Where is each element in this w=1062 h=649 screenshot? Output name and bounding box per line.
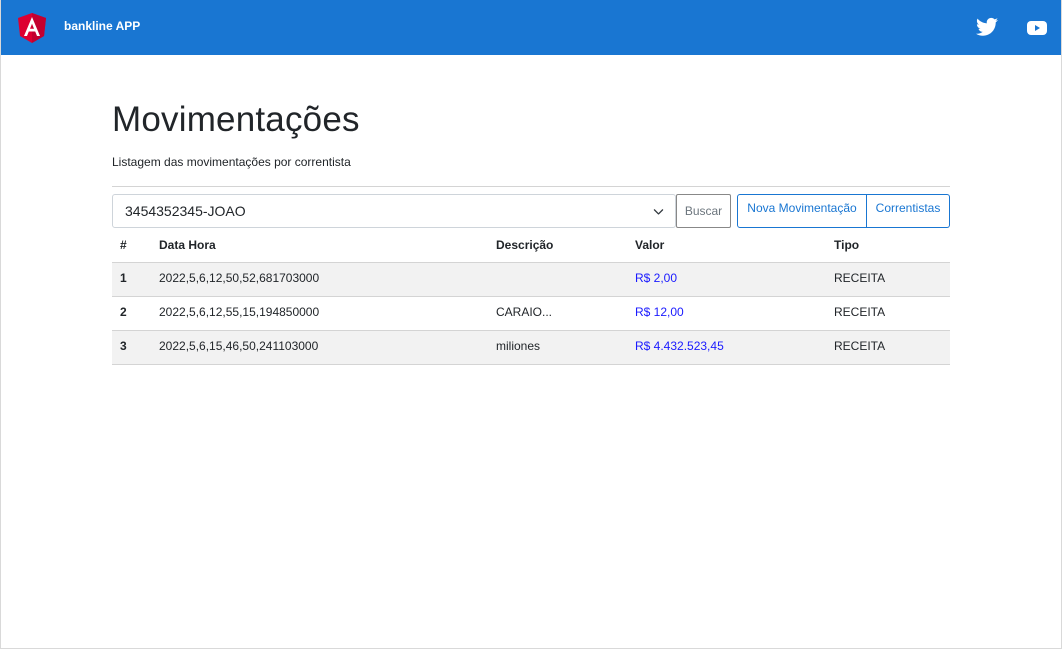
cell-valor: R$ 4.432.523,45	[627, 330, 826, 365]
table-row: 1 2022,5,6,12,50,52,681703000 R$ 2,00 RE…	[112, 262, 950, 297]
app-brand[interactable]: bankline APP	[64, 19, 140, 33]
cell-id: 3	[112, 330, 151, 365]
cell-tipo: RECEITA	[826, 296, 950, 331]
search-button[interactable]: Buscar	[676, 194, 731, 228]
correntistas-button[interactable]: Correntistas	[867, 194, 950, 228]
page-title: Movimentações	[112, 100, 360, 139]
divider	[112, 186, 950, 187]
table-row: 2 2022,5,6,12,55,15,194850000 CARAIO... …	[112, 296, 950, 331]
correntista-selected-value: 3454352345-JOAO	[125, 203, 246, 219]
col-header-descricao: Descrição	[488, 228, 627, 263]
twitter-icon[interactable]	[976, 17, 998, 37]
movements-table: # Data Hora Descrição Valor Tipo 1 2022,…	[112, 228, 950, 365]
cell-id: 2	[112, 296, 151, 331]
table-row: 3 2022,5,6,15,46,50,241103000 miliones R…	[112, 330, 950, 365]
cell-datahora: 2022,5,6,12,50,52,681703000	[151, 262, 488, 297]
angular-logo-icon[interactable]	[18, 13, 46, 43]
col-header-tipo: Tipo	[826, 228, 950, 263]
page-subtitle: Listagem das movimentações por correntis…	[112, 155, 351, 169]
col-header-datahora: Data Hora	[151, 228, 488, 263]
col-header-id: #	[112, 228, 151, 263]
cell-tipo: RECEITA	[826, 262, 950, 297]
cell-descricao	[488, 262, 627, 297]
action-button-group: Nova Movimentação Correntistas	[737, 194, 950, 228]
cell-datahora: 2022,5,6,12,55,15,194850000	[151, 296, 488, 331]
new-movement-button[interactable]: Nova Movimentação	[737, 194, 867, 228]
cell-descricao: miliones	[488, 330, 627, 365]
cell-tipo: RECEITA	[826, 330, 950, 365]
col-header-valor: Valor	[627, 228, 826, 263]
cell-descricao: CARAIO...	[488, 296, 627, 331]
cell-valor: R$ 12,00	[627, 296, 826, 331]
table-header-row: # Data Hora Descrição Valor Tipo	[112, 228, 950, 263]
cell-id: 1	[112, 262, 151, 297]
cell-datahora: 2022,5,6,15,46,50,241103000	[151, 330, 488, 365]
youtube-icon[interactable]	[1027, 20, 1047, 36]
cell-valor: R$ 2,00	[627, 262, 826, 297]
chevron-down-icon	[653, 209, 664, 215]
correntista-select[interactable]: 3454352345-JOAO	[112, 194, 676, 228]
top-navbar: bankline APP	[0, 0, 1062, 55]
